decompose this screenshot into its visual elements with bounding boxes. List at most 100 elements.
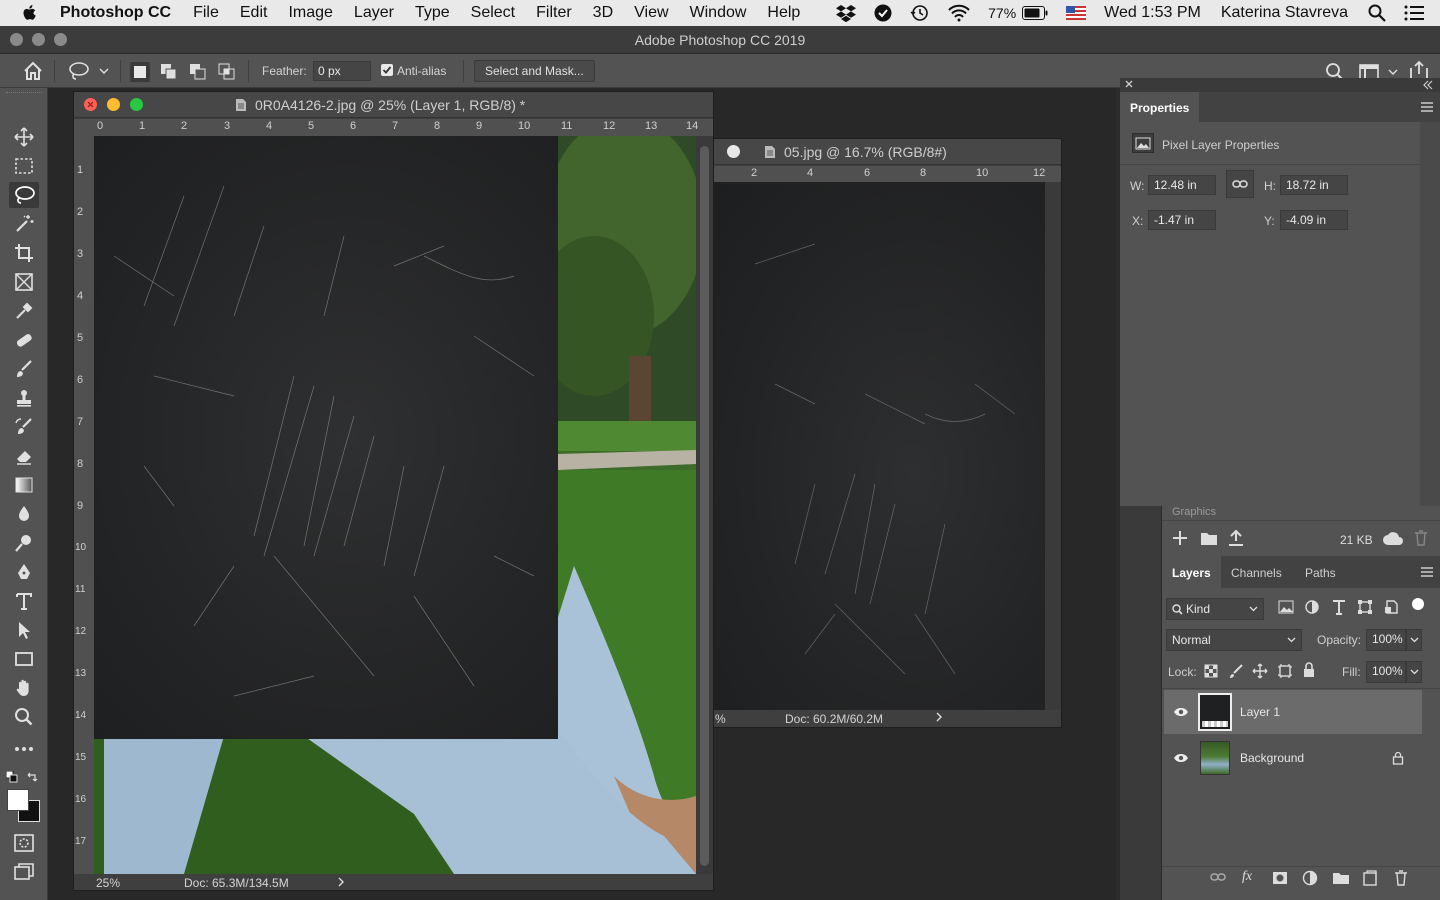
- menu-select[interactable]: Select: [471, 4, 515, 22]
- doc2-canvas-area[interactable]: [713, 182, 1045, 710]
- filter-adjustment-icon[interactable]: [1305, 600, 1319, 614]
- wifi-icon[interactable]: [948, 4, 970, 22]
- new-group-folder-icon[interactable]: [1332, 871, 1350, 885]
- fill-input[interactable]: 100%: [1366, 661, 1406, 683]
- blend-mode-dropdown[interactable]: Normal: [1166, 629, 1302, 651]
- lock-all-icon[interactable]: [1302, 662, 1316, 678]
- spotlight-search-icon[interactable]: [1368, 4, 1386, 22]
- dodge-tool[interactable]: [9, 530, 39, 556]
- tab-paths[interactable]: Paths: [1296, 556, 1345, 588]
- magic-wand-tool[interactable]: [9, 211, 39, 237]
- hand-tool[interactable]: [9, 675, 39, 701]
- intersect-selection-icon[interactable]: [218, 63, 236, 81]
- brush-tool[interactable]: [9, 356, 39, 382]
- doc2-vertical-scrollbar[interactable]: [1045, 182, 1061, 710]
- doc2-doc-size[interactable]: Doc: 60.2M/60.2M: [785, 712, 883, 726]
- subtract-from-selection-icon[interactable]: [189, 63, 207, 81]
- frame-tool[interactable]: [9, 269, 39, 295]
- x-position-input[interactable]: -1.47 in: [1148, 210, 1216, 230]
- layer-row-layer-1[interactable]: Layer 1: [1164, 690, 1422, 734]
- doc1-canvas-area[interactable]: [94, 136, 696, 874]
- doc1-status-arrow-icon[interactable]: [337, 876, 345, 888]
- filter-shape-icon[interactable]: [1358, 600, 1372, 614]
- marquee-tool[interactable]: [9, 153, 39, 179]
- dropbox-icon[interactable]: [836, 4, 857, 22]
- filter-toggle-icon[interactable]: [1412, 598, 1424, 610]
- libraries-section-label[interactable]: Graphics: [1172, 506, 1216, 518]
- menu-type[interactable]: Type: [415, 4, 450, 22]
- us-flag-icon[interactable]: [1066, 6, 1087, 20]
- height-input[interactable]: 18.72 in: [1280, 175, 1348, 195]
- doc2-close-button[interactable]: [727, 145, 740, 158]
- edit-toolbar-button[interactable]: [9, 736, 39, 762]
- crop-tool[interactable]: [9, 240, 39, 266]
- menu-window[interactable]: Window: [690, 4, 747, 22]
- home-icon[interactable]: [22, 60, 44, 82]
- tab-channels[interactable]: Channels: [1222, 556, 1291, 588]
- menu-view[interactable]: View: [634, 4, 668, 22]
- move-tool[interactable]: [9, 124, 39, 150]
- add-to-selection-icon[interactable]: [160, 63, 178, 81]
- adjustment-layer-icon[interactable]: [1302, 870, 1318, 886]
- doc1-scroll-thumb[interactable]: [700, 146, 709, 866]
- menu-edit[interactable]: Edit: [240, 4, 268, 22]
- filter-type-icon[interactable]: [1332, 599, 1346, 615]
- menu-filter[interactable]: Filter: [536, 4, 572, 22]
- folder-icon[interactable]: [1200, 530, 1218, 546]
- filter-smart-object-icon[interactable]: [1384, 600, 1398, 614]
- checkmark-badge-icon[interactable]: [874, 4, 892, 22]
- lock-icon[interactable]: [1392, 751, 1404, 765]
- filter-pixel-icon[interactable]: [1278, 600, 1294, 614]
- anti-alias-checkbox[interactable]: [381, 64, 393, 76]
- type-tool[interactable]: [9, 588, 39, 614]
- width-input[interactable]: 12.48 in: [1148, 175, 1216, 195]
- add-mask-icon[interactable]: [1272, 871, 1288, 885]
- screen-mode-button[interactable]: [9, 859, 39, 885]
- eyedropper-tool[interactable]: [9, 298, 39, 324]
- menu-file[interactable]: File: [193, 4, 219, 22]
- clone-stamp-tool[interactable]: [9, 385, 39, 411]
- delete-layer-trash-icon[interactable]: [1394, 870, 1408, 886]
- tab-properties[interactable]: Properties: [1120, 92, 1200, 122]
- path-selection-tool[interactable]: [9, 617, 39, 643]
- doc2-status-arrow-icon[interactable]: [935, 711, 943, 723]
- opacity-input[interactable]: 100%: [1366, 629, 1406, 651]
- notification-center-icon[interactable]: [1404, 5, 1424, 21]
- visibility-eye-icon[interactable]: [1164, 707, 1198, 717]
- upload-icon[interactable]: [1228, 529, 1244, 547]
- layer-effects-fx-icon[interactable]: fx: [1242, 869, 1252, 885]
- properties-scrollbar[interactable]: [1420, 122, 1440, 506]
- quick-mask-button[interactable]: [9, 830, 39, 856]
- doc1-zoom-button[interactable]: [130, 98, 143, 111]
- lock-transparent-pixels-icon[interactable]: [1204, 664, 1218, 678]
- visibility-eye-icon[interactable]: [1164, 753, 1198, 763]
- link-layers-icon[interactable]: [1210, 872, 1226, 882]
- link-dimensions-button[interactable]: [1226, 170, 1254, 198]
- lock-artboard-icon[interactable]: [1277, 663, 1293, 679]
- cloud-sync-icon[interactable]: [1382, 530, 1404, 546]
- time-machine-icon[interactable]: [910, 4, 930, 22]
- battery-icon[interactable]: [1022, 6, 1048, 20]
- blur-tool[interactable]: [9, 501, 39, 527]
- gradient-tool[interactable]: [9, 472, 39, 498]
- lock-position-icon[interactable]: [1252, 663, 1268, 679]
- menu-app-name[interactable]: Photoshop CC: [60, 4, 171, 22]
- menu-help[interactable]: Help: [767, 4, 800, 22]
- zoom-tool[interactable]: [9, 704, 39, 730]
- doc1-title-bar[interactable]: 0R0A4126-2.jpg @ 25% (Layer 1, RGB/8) *: [74, 92, 713, 118]
- new-selection-icon[interactable]: [130, 62, 150, 82]
- new-layer-icon[interactable]: [1363, 870, 1377, 886]
- lock-image-pixels-icon[interactable]: [1228, 663, 1244, 679]
- document-window-0R0A4126[interactable]: 0R0A4126-2.jpg @ 25% (Layer 1, RGB/8) * …: [73, 91, 714, 891]
- healing-brush-tool[interactable]: [9, 327, 39, 353]
- apple-icon[interactable]: [22, 4, 42, 22]
- doc1-vertical-scrollbar[interactable]: [696, 136, 713, 874]
- lasso-tool-preset-icon[interactable]: [68, 61, 110, 81]
- layer-filter-dropdown[interactable]: Kind: [1166, 598, 1264, 620]
- swap-colors-icon[interactable]: [26, 771, 38, 783]
- history-brush-tool[interactable]: [9, 414, 39, 440]
- document-window-05[interactable]: 05.jpg @ 16.7% (RGB/8#) 2 4 6 8 10 12 % …: [712, 138, 1062, 728]
- menu-layer[interactable]: Layer: [354, 4, 394, 22]
- lasso-tool[interactable]: [9, 182, 39, 208]
- y-position-input[interactable]: -4.09 in: [1280, 210, 1348, 230]
